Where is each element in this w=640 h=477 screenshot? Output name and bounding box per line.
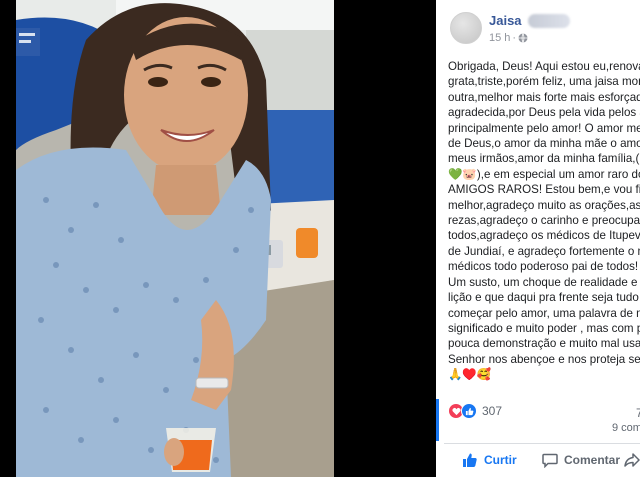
post-line: meus irmãos,amor da minha família,(un [448, 152, 640, 166]
post-line: todos,agradeço os médicos de Itupeva [448, 229, 640, 243]
post-line: rezas,agradeço o carinho e preocupaç [448, 214, 640, 228]
post-meta: 15 h · [489, 32, 528, 44]
post-text: Obrigada, Deus! Aqui estou eu,renovad gr… [448, 59, 640, 383]
post-line: agradecida,por Deus pela vida pelos an [448, 106, 640, 120]
photo-illustration [16, 0, 334, 477]
post-line: lição e que daqui pra frente seja tudo d [448, 291, 640, 305]
post-line: significado e muito poder , mas com po [448, 321, 640, 335]
post-line: 🙏♥️🥰 [448, 368, 492, 382]
comment-bubble-icon [542, 453, 558, 468]
post-photo[interactable] [16, 0, 334, 477]
redacted-name [528, 14, 570, 28]
post-line: AMIGOS RAROS! Estou bem,e vou fica [448, 183, 640, 197]
like-button[interactable]: Curtir [462, 452, 517, 468]
avatar[interactable] [450, 12, 482, 44]
post-line: Obrigada, Deus! Aqui estou eu,renovad [448, 60, 640, 73]
thumbs-up-icon [463, 453, 477, 467]
post-line: de Jundiaí, e agradeço fortemente o m [448, 244, 640, 258]
post-line: pouca demonstração e muito mal usad [448, 337, 640, 351]
stat-right[interactable]: 7 [636, 406, 640, 420]
meta-separator: · [512, 32, 517, 44]
viewer-backdrop-right [334, 0, 436, 477]
post-line: grata,triste,porém feliz, uma jaisa morr… [448, 75, 640, 89]
post-line: principalmente pelo amor! O amor me s [448, 121, 640, 135]
comments-count[interactable]: 9 com [612, 422, 640, 434]
post-line: outra,melhor mais forte mais esforçada [448, 90, 640, 104]
divider [444, 443, 640, 444]
focus-indicator [436, 399, 439, 441]
comment-button[interactable]: Comentar [542, 452, 620, 468]
comment-label: Comentar [564, 453, 621, 467]
post-line: 💚🐷),e em especial um amor raro dos [448, 167, 640, 181]
like-label: Curtir [484, 453, 517, 467]
share-button[interactable] [624, 452, 640, 468]
post-line: melhor,agradeço muito as orações,as [448, 198, 640, 212]
post-line: médicos todo poderoso pai de todos! [448, 260, 639, 274]
post-panel: Jaisa 15 h · Obrigada, Deus! Aqui estou … [436, 0, 640, 477]
author-name[interactable]: Jaisa [489, 13, 522, 28]
reactions-count[interactable]: 307 [482, 404, 502, 418]
post-line: de Deus,o amor da minha mãe o amor [448, 137, 640, 151]
share-arrow-icon [624, 453, 640, 467]
post-time[interactable]: 15 h [489, 32, 510, 44]
like-icon [461, 403, 477, 419]
post-line: Um susto, um choque de realidade e u [448, 275, 640, 289]
reactions-summary[interactable]: 307 [448, 403, 502, 419]
globe-icon [518, 33, 528, 43]
post-line: começar pelo amor, uma palavra de mu [448, 306, 640, 320]
post-line: Senhor nos abençoe e nos proteja sem [448, 352, 640, 366]
viewer-backdrop-left [0, 0, 16, 477]
